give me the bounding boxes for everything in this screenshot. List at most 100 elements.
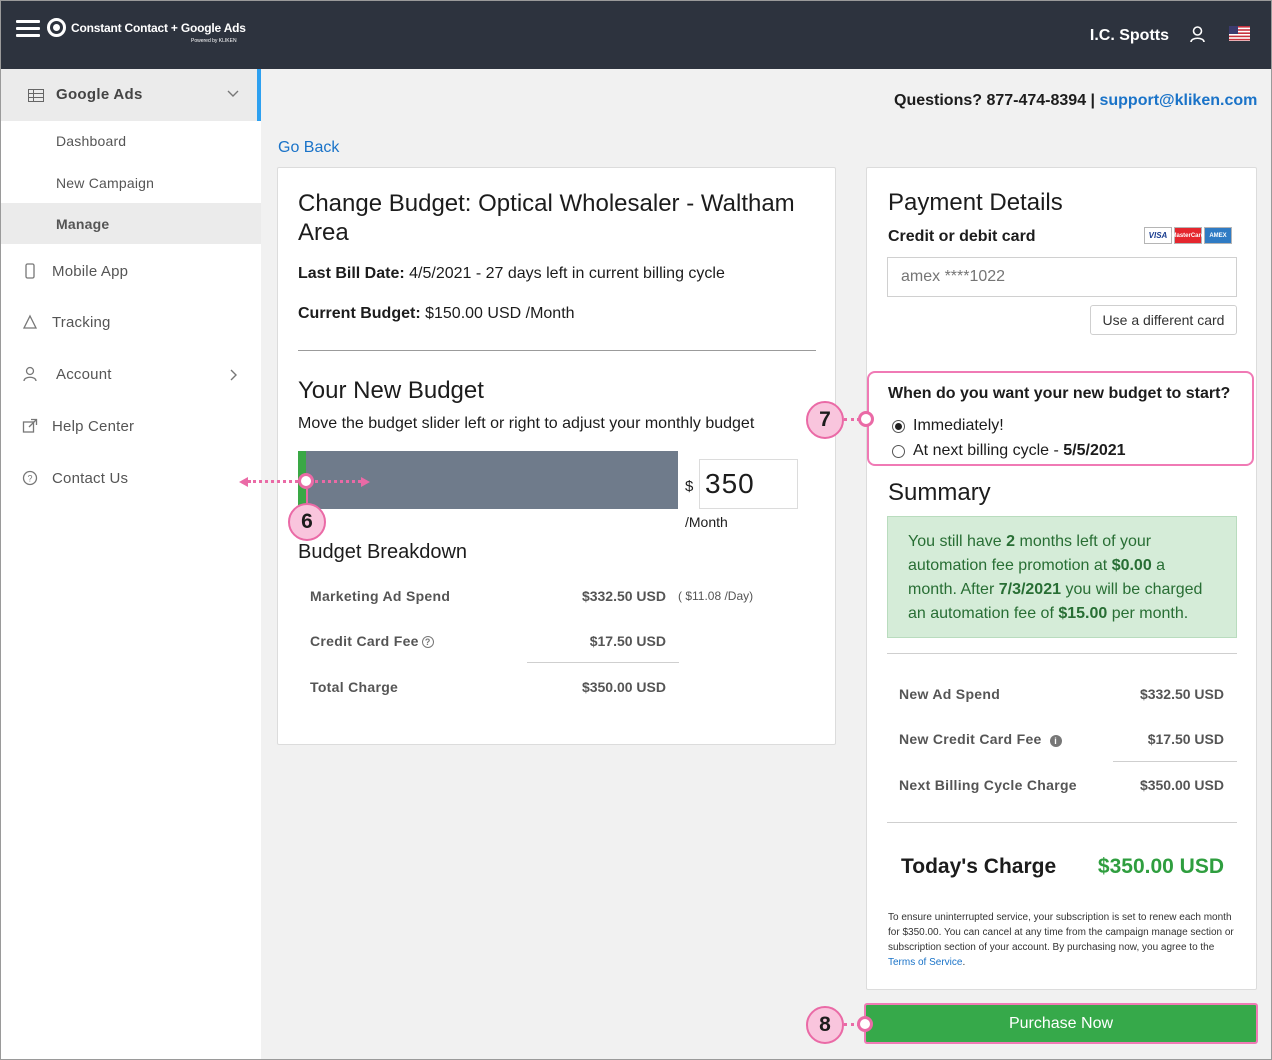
callout-7: 7 <box>806 401 844 439</box>
promo-text: You still have <box>908 533 1007 550</box>
budget-breakdown-title: Budget Breakdown <box>298 541 468 563</box>
sidebar-item-manage[interactable]: Manage <box>56 216 109 232</box>
currency-symbol: $ <box>685 478 694 495</box>
callout-8: 8 <box>806 1006 844 1044</box>
breakdown-label-card-fee: Credit Card Fee? <box>310 633 434 649</box>
constant-contact-logo-icon <box>47 18 66 37</box>
support-email-link[interactable]: support@kliken.com <box>1099 92 1257 109</box>
todays-charge-value: $350.00 USD <box>1097 855 1224 878</box>
radio-unselected[interactable] <box>892 444 905 458</box>
top-bar: Constant Contact + Google Ads Powered by… <box>1 1 1271 69</box>
breakdown-rule <box>527 662 679 663</box>
help-question-icon[interactable]: ? <box>421 636 434 648</box>
last-bill-value: 4/5/2021 - 27 days left in current billi… <box>409 265 725 282</box>
logo-subtext: Powered by KLIKEN <box>191 38 237 44</box>
breakdown-label-ad-spend: Marketing Ad Spend <box>310 588 451 604</box>
current-budget-value: $150.00 USD /Month <box>425 305 575 322</box>
mastercard-logo-icon: MasterCard <box>1172 227 1205 244</box>
chevron-right-icon <box>230 369 237 381</box>
radio-selected[interactable] <box>892 419 905 433</box>
last-bill-label: Last Bill Date: <box>298 265 405 282</box>
sidebar-section-google-ads[interactable]: Google Ads <box>1 69 261 121</box>
card-fee-label-text: Credit Card Fee <box>310 633 419 649</box>
logo-text: Constant Contact + Google Ads <box>71 20 246 35</box>
budget-amount-input[interactable] <box>699 459 798 509</box>
card-label: Credit or debit card <box>888 228 1036 245</box>
sidebar-section-label: Google Ads <box>56 86 143 103</box>
breakdown-value-ad-spend: $332.50 USD <box>581 588 666 604</box>
arrow-right-icon <box>361 477 370 487</box>
slider-help-text: Move the budget slider left or right to … <box>298 415 755 432</box>
current-budget-label: Current Budget: <box>298 305 421 322</box>
promo-months: 2 <box>1006 533 1016 550</box>
page-title: Change Budget: Optical Wholesaler - Walt… <box>298 190 795 246</box>
callout-anchor <box>858 411 874 427</box>
new-budget-title: Your New Budget <box>298 377 484 404</box>
breakdown-value-total: $350.00 USD <box>581 679 666 695</box>
summary-rule-bottom <box>887 822 1237 823</box>
purchase-now-button[interactable]: Purchase Now <box>864 1003 1258 1044</box>
app-logo[interactable]: Constant Contact + Google Ads <box>47 18 246 37</box>
promo-fee: $0.00 <box>1111 557 1152 574</box>
phone-icon <box>25 263 35 279</box>
summary-rule <box>887 653 1237 654</box>
question-circle-icon: ? <box>22 470 38 486</box>
sidebar-item-mobile-app[interactable]: Mobile App <box>52 263 128 280</box>
go-back-link[interactable]: Go Back <box>278 139 339 157</box>
amex-logo-icon: AMEX <box>1204 227 1232 244</box>
arrow-left-icon <box>239 477 248 487</box>
user-name[interactable]: I.C. Spotts <box>1090 27 1169 45</box>
fine-print-end: . <box>962 957 966 968</box>
per-month-label: /Month <box>685 514 728 530</box>
sidebar-item-manage-bg <box>1 203 261 244</box>
terms-of-service-link[interactable]: Terms of Service <box>888 957 962 968</box>
sidebar-item-new-campaign[interactable]: New Campaign <box>56 175 154 191</box>
option-immediately[interactable]: Immediately! <box>892 417 1004 435</box>
current-budget: Current Budget: $150.00 USD /Month <box>298 305 575 323</box>
us-flag-icon[interactable] <box>1229 26 1250 41</box>
chevron-down-icon <box>227 90 239 97</box>
card-input[interactable] <box>887 257 1237 297</box>
sidebar-item-dashboard[interactable]: Dashboard <box>56 133 126 149</box>
info-icon[interactable]: i <box>1049 735 1062 747</box>
sidebar-item-contact-us[interactable]: Contact Us <box>52 470 128 487</box>
sidebar: Google Ads Dashboard New Campaign Manage… <box>1 69 261 1059</box>
callout-6: 6 <box>288 503 326 541</box>
summary-title: Summary <box>888 479 991 506</box>
support-phone: Questions? 877-474-8394 <box>894 92 1087 109</box>
summary-subrule <box>1113 761 1237 762</box>
summary-value-ad-spend: $332.50 USD <box>1139 686 1224 702</box>
summary-label-ad-spend: New Ad Spend <box>899 686 1001 702</box>
sidebar-item-account[interactable]: Account <box>56 366 112 383</box>
table-icon <box>28 89 44 102</box>
external-link-icon <box>22 418 38 433</box>
summary-value-next-cycle: $350.00 USD <box>1139 777 1224 793</box>
visa-logo-icon: VISA <box>1144 227 1172 244</box>
renewal-fine-print: To ensure uninterrupted service, your su… <box>888 910 1238 970</box>
promo-text: per month. <box>1107 605 1189 622</box>
option-next-cycle-date: 5/5/2021 <box>1063 442 1126 459</box>
sidebar-item-help-center[interactable]: Help Center <box>52 418 134 435</box>
sidebar-item-tracking[interactable]: Tracking <box>52 314 111 331</box>
last-bill-date: Last Bill Date: 4/5/2021 - 27 days left … <box>298 265 725 283</box>
summary-label-next-cycle: Next Billing Cycle Charge <box>899 777 1077 793</box>
option-next-cycle[interactable]: At next billing cycle - 5/5/2021 <box>892 442 1126 460</box>
callout-line <box>248 480 298 483</box>
promo-notice: You still have 2 months left of your aut… <box>887 516 1237 638</box>
budget-start-options: When do you want your new budget to star… <box>867 371 1254 466</box>
payment-title: Payment Details <box>888 189 1063 216</box>
summary-card-fee-text: New Credit Card Fee <box>899 731 1042 747</box>
user-icon <box>23 366 37 382</box>
hamburger-menu-icon[interactable] <box>16 20 40 38</box>
card-brand-logos: VISA MasterCard AMEX <box>1144 227 1232 244</box>
use-different-card-button[interactable]: Use a different card <box>1090 305 1237 335</box>
callout-stem <box>306 489 308 503</box>
todays-charge-label: Today's Charge <box>901 855 1057 878</box>
option-immediately-label: Immediately! <box>913 417 1004 434</box>
user-profile-icon[interactable] <box>1190 26 1205 43</box>
support-contact: Questions? 877-474-8394 | support@kliken… <box>894 92 1257 110</box>
promo-date: 7/3/2021 <box>998 581 1061 598</box>
app-frame: Constant Contact + Google Ads Powered by… <box>0 0 1272 1060</box>
tracking-icon <box>22 314 38 329</box>
breakdown-label-total: Total Charge <box>310 679 399 695</box>
